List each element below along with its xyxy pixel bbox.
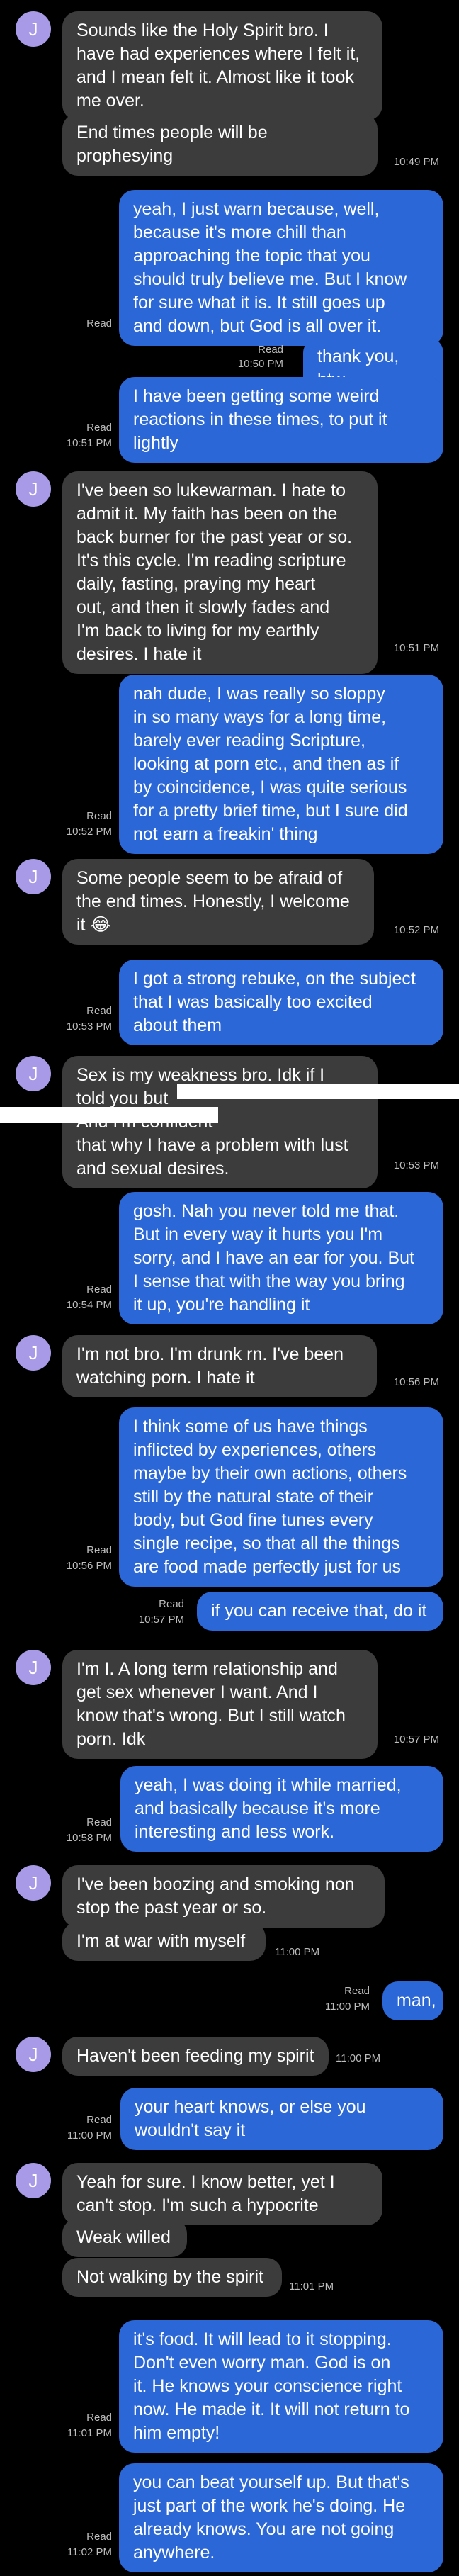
- timestamp: 11:00 PM: [67, 2130, 112, 2142]
- read-receipt: Read: [344, 1985, 370, 1997]
- avatar: J: [16, 2163, 51, 2198]
- message-bubble-outgoing[interactable]: if you can receive that, do it: [197, 1592, 443, 1631]
- avatar: J: [16, 1865, 51, 1901]
- read-receipt: Read: [86, 1005, 112, 1017]
- read-receipt: Read: [86, 810, 112, 822]
- timestamp: 10:54 PM: [66, 1299, 112, 1311]
- timestamp: 10:57 PM: [393, 1733, 439, 1745]
- message-bubble-outgoing[interactable]: it's food. It will lead to it stopping. …: [119, 2320, 443, 2453]
- message-bubble-outgoing[interactable]: your heart knows, or else you wouldn't s…: [120, 2088, 443, 2150]
- message-bubble-incoming[interactable]: Sounds like the Holy Spirit bro. I have …: [62, 11, 382, 120]
- read-receipt: Read: [86, 1544, 112, 1556]
- timestamp: 10:53 PM: [66, 1020, 112, 1033]
- read-receipt: Read: [86, 317, 112, 330]
- message-bubble-incoming[interactable]: Yeah for sure. I know better, yet I can'…: [62, 2163, 382, 2225]
- message-bubble-outgoing[interactable]: I think some of us have things inflicted…: [119, 1407, 443, 1587]
- avatar: J: [16, 471, 51, 507]
- avatar: J: [16, 2037, 51, 2072]
- timestamp: 10:50 PM: [237, 358, 283, 370]
- message-bubble-incoming[interactable]: Not walking by the spirit: [62, 2258, 282, 2297]
- timestamp: 10:52 PM: [66, 826, 112, 838]
- read-receipt: Read: [86, 1816, 112, 1828]
- message-bubble-outgoing[interactable]: I have been getting some weird reactions…: [119, 377, 443, 463]
- message-bubble-incoming[interactable]: Haven't been feeding my spirit: [62, 2037, 329, 2076]
- timestamp: 10:58 PM: [66, 1832, 112, 1844]
- message-bubble-outgoing[interactable]: man,: [382, 1981, 443, 2020]
- message-bubble-outgoing[interactable]: yeah, I was doing it while married, and …: [120, 1766, 443, 1852]
- read-receipt: Read: [86, 422, 112, 434]
- read-receipt: Read: [86, 1283, 112, 1295]
- timestamp: 10:49 PM: [393, 156, 439, 168]
- timestamp: 11:01 PM: [67, 2427, 112, 2439]
- message-bubble-outgoing[interactable]: nah dude, I was really so sloppy in so m…: [119, 675, 443, 854]
- message-bubble-incoming[interactable]: I've been boozing and smoking non stop t…: [62, 1865, 385, 1928]
- timestamp: 11:00 PM: [324, 2001, 370, 2013]
- message-bubble-outgoing[interactable]: gosh. Nah you never told me that. But in…: [119, 1192, 443, 1324]
- timestamp: 10:53 PM: [393, 1159, 439, 1171]
- message-bubble-outgoing[interactable]: you can beat yourself up. But that's jus…: [119, 2463, 443, 2572]
- timestamp: 11:02 PM: [67, 2546, 112, 2558]
- timestamp: 10:56 PM: [393, 1376, 439, 1388]
- read-receipt: Read: [258, 344, 283, 356]
- timestamp: 10:56 PM: [66, 1560, 112, 1572]
- read-receipt: Read: [159, 1598, 184, 1610]
- message-bubble-incoming[interactable]: End times people will be prophesying: [62, 113, 378, 176]
- timestamp: 10:51 PM: [66, 437, 112, 449]
- avatar: J: [16, 859, 51, 894]
- timestamp: 11:00 PM: [275, 1946, 320, 1958]
- message-bubble-outgoing[interactable]: yeah, I just warn because, well, because…: [119, 190, 443, 346]
- message-bubble-incoming[interactable]: I'm at war with myself: [62, 1922, 266, 1961]
- read-receipt: Read: [86, 2114, 112, 2126]
- avatar: J: [16, 1056, 51, 1091]
- message-bubble-incoming[interactable]: I'm not bro. I'm drunk rn. I've been wat…: [62, 1335, 377, 1397]
- message-bubble-incoming[interactable]: Some people seem to be afraid of the end…: [62, 859, 374, 945]
- avatar: J: [16, 11, 51, 47]
- redaction-bar: [0, 1107, 218, 1123]
- message-bubble-incoming[interactable]: I've been so lukewarman. I hate to admit…: [62, 471, 378, 674]
- timestamp: 11:01 PM: [289, 2280, 334, 2293]
- message-bubble-incoming[interactable]: I'm I. A long term relationship and get …: [62, 1650, 378, 1759]
- redaction-bar: [177, 1084, 459, 1099]
- timestamp: 10:57 PM: [138, 1614, 184, 1626]
- avatar: J: [16, 1335, 51, 1371]
- timestamp: 10:52 PM: [393, 924, 439, 936]
- read-receipt: Read: [86, 2412, 112, 2424]
- timestamp: 10:51 PM: [393, 642, 439, 654]
- timestamp: 11:00 PM: [336, 2052, 381, 2064]
- read-receipt: Read: [86, 2531, 112, 2543]
- message-bubble-incoming[interactable]: Weak willed: [62, 2218, 187, 2257]
- avatar: J: [16, 1650, 51, 1685]
- message-bubble-outgoing[interactable]: I got a strong rebuke, on the subject th…: [119, 960, 443, 1045]
